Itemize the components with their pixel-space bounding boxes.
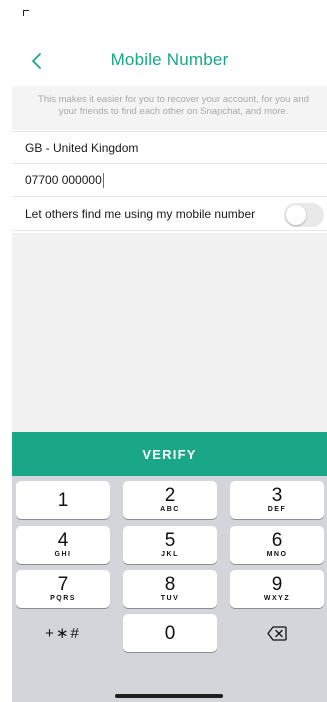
toggle-knob [286, 205, 306, 225]
key-2-digit: 2 [164, 485, 176, 506]
key-6-digit: 6 [271, 530, 283, 551]
key-9-letters: WXYZ [263, 595, 291, 602]
backspace-icon [267, 625, 287, 641]
key-3[interactable]: 3 DEF [230, 481, 324, 519]
key-7-letters: PQRS [50, 595, 76, 602]
key-8-letters: TUV [160, 595, 180, 602]
key-7[interactable]: 7 PQRS [16, 570, 110, 608]
find-me-toggle-row: Let others find me using my mobile numbe… [12, 198, 327, 231]
key-3-letters: DEF [267, 506, 287, 513]
key-2-letters: ABC [160, 506, 180, 513]
country-selector[interactable]: GB - United Kingdom [12, 131, 327, 164]
key-0-digit: 0 [164, 622, 176, 644]
key-4-letters: GHI [54, 551, 72, 558]
key-6[interactable]: 6 MNO [230, 526, 324, 564]
home-indicator [115, 694, 223, 698]
key-0[interactable]: 0 [123, 614, 217, 652]
key-9[interactable]: 9 WXYZ [230, 570, 324, 608]
key-4[interactable]: 4 GHI [16, 526, 110, 564]
info-text: This makes it easier for you to recover … [12, 86, 327, 130]
key-symbols-label: +∗# [45, 625, 81, 642]
key-8[interactable]: 8 TUV [123, 570, 217, 608]
key-2[interactable]: 2 ABC [123, 481, 217, 519]
page-title: Mobile Number [110, 50, 229, 69]
key-6-letters: MNO [266, 551, 288, 558]
screen-corner-mark [23, 10, 29, 16]
key-1-digit: 1 [57, 489, 69, 511]
numeric-keypad: 1 2 ABC 3 DEF 4 GHI 5 JKL 6 MNO 7 PQRS 8… [12, 476, 327, 702]
key-9-digit: 9 [271, 574, 283, 595]
verify-button[interactable]: VERIFY [12, 432, 327, 476]
key-3-digit: 3 [271, 485, 283, 506]
key-1[interactable]: 1 [16, 481, 110, 519]
phone-number-input[interactable]: 07700 000000 [25, 173, 102, 187]
key-4-digit: 4 [57, 530, 69, 551]
mobile-number-screen: Mobile Number This makes it easier for y… [12, 0, 327, 702]
find-me-toggle[interactable] [284, 203, 324, 227]
find-me-toggle-label: Let others find me using my mobile numbe… [25, 207, 256, 221]
nav-bar: Mobile Number [12, 46, 327, 78]
key-5[interactable]: 5 JKL [123, 526, 217, 564]
key-8-digit: 8 [164, 574, 176, 595]
delete-key[interactable] [230, 614, 324, 652]
key-7-digit: 7 [57, 574, 69, 595]
country-value: GB - United Kingdom [25, 140, 139, 155]
empty-area [12, 233, 327, 433]
phone-field-row[interactable]: 07700 000000 [12, 164, 327, 197]
key-5-letters: JKL [161, 551, 179, 558]
key-5-digit: 5 [164, 530, 176, 551]
text-caret [102, 172, 105, 188]
verify-button-label: VERIFY [142, 446, 197, 462]
key-symbols[interactable]: +∗# [16, 614, 110, 652]
